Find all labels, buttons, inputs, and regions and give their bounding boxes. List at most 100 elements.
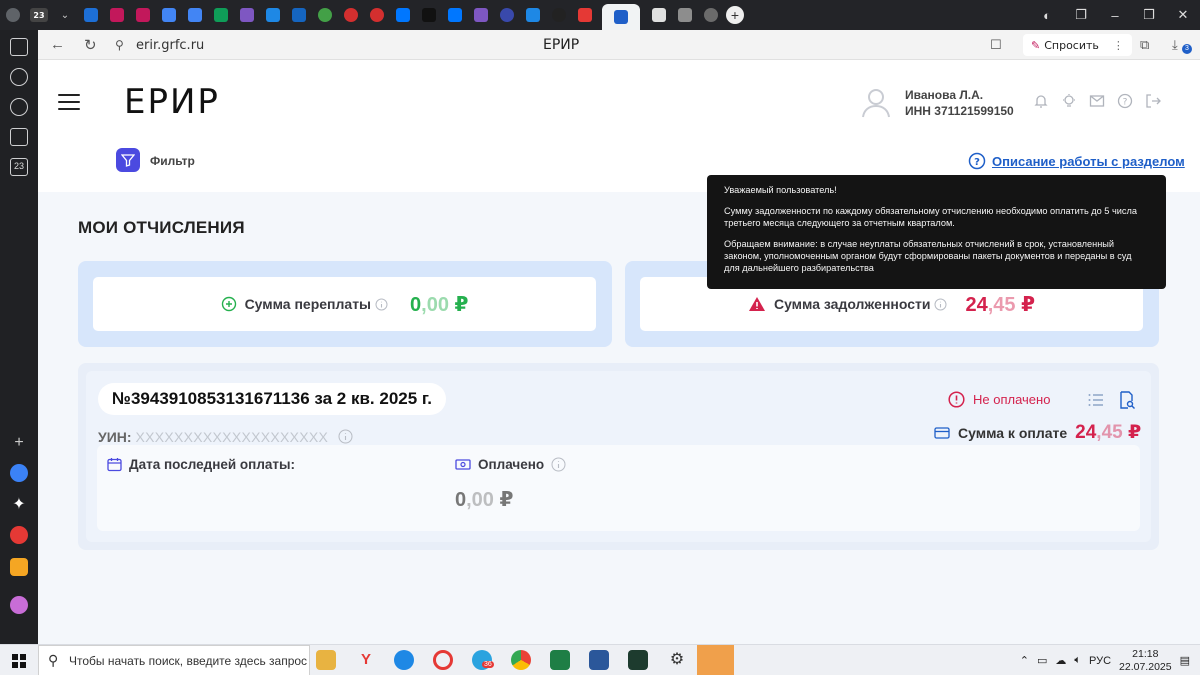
- url-field[interactable]: erir.grfc.ru: [136, 38, 204, 53]
- hamburger-menu-icon[interactable]: [58, 94, 80, 115]
- tab-favicon[interactable]: [468, 0, 494, 30]
- more-icon[interactable]: ⋮: [1113, 39, 1124, 52]
- profile-avatar-icon[interactable]: ◐: [1030, 8, 1064, 23]
- excel-icon[interactable]: [550, 650, 570, 670]
- active-browser-app-icon[interactable]: [697, 645, 734, 675]
- opera-icon[interactable]: [433, 650, 453, 670]
- sidebar-maps-icon[interactable]: [10, 526, 28, 544]
- collections-icon[interactable]: ❐: [1064, 7, 1098, 23]
- tab-favicon[interactable]: [104, 0, 130, 30]
- help-icon[interactable]: ?: [1117, 93, 1133, 109]
- sidebar-assistant-icon[interactable]: [10, 596, 28, 614]
- reload-icon[interactable]: ↻: [84, 36, 97, 54]
- tab-favicon[interactable]: [338, 0, 364, 30]
- sidebar-history-icon[interactable]: [10, 68, 28, 86]
- minimize-icon[interactable]: –: [1098, 8, 1132, 23]
- tab-favicon[interactable]: [572, 0, 598, 30]
- filter-button[interactable]: [116, 148, 140, 172]
- bookmark-icon[interactable]: ☐: [990, 37, 1002, 53]
- tab-favicon[interactable]: [312, 0, 338, 30]
- help-link-text[interactable]: Описание работы с разделом: [992, 154, 1185, 169]
- tray-battery-icon[interactable]: ▭: [1037, 654, 1047, 667]
- tab-favicon[interactable]: [286, 0, 312, 30]
- uin-value: XXXXXXXXXXXXXXXXXXXX: [135, 429, 329, 445]
- info-icon[interactable]: [338, 429, 353, 444]
- chrome-icon[interactable]: [511, 650, 531, 670]
- back-arrow-icon[interactable]: ←: [50, 36, 65, 53]
- tab-favicon[interactable]: [672, 0, 698, 30]
- windows-start-icon[interactable]: [12, 654, 26, 668]
- amount-due-currency: ₽: [1128, 422, 1142, 443]
- tab-favicon[interactable]: [208, 0, 234, 30]
- sidebar-sparkle-icon[interactable]: ✦: [10, 496, 28, 514]
- tab-favicon[interactable]: [260, 0, 286, 30]
- filter-label[interactable]: Фильтр: [150, 154, 195, 168]
- page-content: ЕРИР Иванова Л.А. ИНН 371121599150 ? Фил…: [38, 60, 1200, 644]
- sidebar-play-icon[interactable]: [10, 98, 28, 116]
- tab-favicon[interactable]: [520, 0, 546, 30]
- user-avatar-icon[interactable]: [860, 86, 892, 118]
- extensions-icon[interactable]: ⧉: [1140, 37, 1149, 53]
- uin-row: УИН: XXXXXXXXXXXXXXXXXXXX: [98, 429, 353, 445]
- list-icon[interactable]: [1087, 391, 1105, 409]
- settings-gear-icon[interactable]: ⚙: [667, 650, 687, 670]
- site-info-icon[interactable]: ⚲: [115, 38, 124, 52]
- sidebar-alice-icon[interactable]: [10, 464, 28, 482]
- taskbar-search-input[interactable]: ⚲ Чтобы начать поиск, введите здесь запр…: [38, 645, 310, 675]
- tab-favicon[interactable]: [78, 0, 104, 30]
- tab-list-chevron-icon[interactable]: ⌄: [52, 0, 78, 30]
- maximize-icon[interactable]: ❒: [1132, 7, 1166, 23]
- notifications-icon[interactable]: ▤: [1180, 654, 1190, 667]
- app-icon[interactable]: [628, 650, 648, 670]
- tab-favicon[interactable]: [442, 0, 468, 30]
- sidebar-mail-icon[interactable]: [10, 558, 28, 576]
- clock-date: 22.07.2025: [1119, 660, 1172, 673]
- search-placeholder: Чтобы начать поиск, введите здесь запрос: [69, 654, 308, 668]
- edge-icon[interactable]: [394, 650, 414, 670]
- section-help-link[interactable]: ? Описание работы с разделом: [968, 152, 1185, 170]
- tab-favicon[interactable]: [156, 0, 182, 30]
- new-tab-button[interactable]: +: [726, 6, 744, 24]
- browser-menu-icon[interactable]: [0, 0, 26, 30]
- file-explorer-icon[interactable]: [316, 650, 336, 670]
- tab-favicon[interactable]: [494, 0, 520, 30]
- info-icon[interactable]: [551, 457, 566, 472]
- tab-favicon[interactable]: [364, 0, 390, 30]
- info-icon[interactable]: [934, 298, 947, 311]
- sidebar-tabs-icon[interactable]: [10, 38, 28, 56]
- sidebar-add-icon[interactable]: +: [10, 434, 28, 452]
- yandex-browser-icon[interactable]: Y: [356, 650, 376, 670]
- tab-active-erir[interactable]: [602, 4, 640, 30]
- lightbulb-icon[interactable]: [1061, 93, 1077, 109]
- word-icon[interactable]: [589, 650, 609, 670]
- logout-icon[interactable]: [1145, 93, 1161, 109]
- tab-favicon[interactable]: [546, 0, 572, 30]
- language-indicator[interactable]: РУС: [1089, 655, 1111, 667]
- tray-volume-icon[interactable]: 🔈︎: [1074, 654, 1081, 667]
- info-icon[interactable]: [375, 298, 388, 311]
- tab-favicon[interactable]: [390, 0, 416, 30]
- tab-favicon[interactable]: [698, 0, 724, 30]
- site-logo[interactable]: ЕРИР: [124, 82, 220, 122]
- tray-network-icon[interactable]: ☁: [1055, 654, 1066, 667]
- tab-favicon[interactable]: [416, 0, 442, 30]
- browser-sidebar: 23 + ✦: [0, 30, 38, 644]
- document-search-icon[interactable]: [1118, 391, 1136, 409]
- bell-icon[interactable]: [1033, 93, 1049, 109]
- close-icon[interactable]: ✕: [1166, 7, 1200, 23]
- window-controls: ◐ ❐ – ❒ ✕: [1030, 0, 1200, 30]
- clock-time: 21:18: [1132, 647, 1159, 660]
- ask-button[interactable]: ✎ Спросить ⋮: [1023, 34, 1132, 56]
- downloads-icon[interactable]: ⤓: [1172, 37, 1178, 53]
- tab-favicon[interactable]: [182, 0, 208, 30]
- document-number[interactable]: №3943910853131671136 за 2 кв. 2025 г.: [98, 383, 447, 415]
- tab-favicon[interactable]: [234, 0, 260, 30]
- clock[interactable]: 21:18 22.07.2025: [1119, 648, 1172, 674]
- tab-favicon[interactable]: [646, 0, 672, 30]
- mail-icon[interactable]: [1089, 93, 1105, 109]
- tray-chevron-icon[interactable]: ⌃: [1020, 654, 1029, 667]
- tab-counter[interactable]: 23: [26, 0, 52, 30]
- sidebar-calendar-icon[interactable]: 23: [10, 158, 28, 176]
- sidebar-media-icon[interactable]: [10, 128, 28, 146]
- tab-favicon[interactable]: [130, 0, 156, 30]
